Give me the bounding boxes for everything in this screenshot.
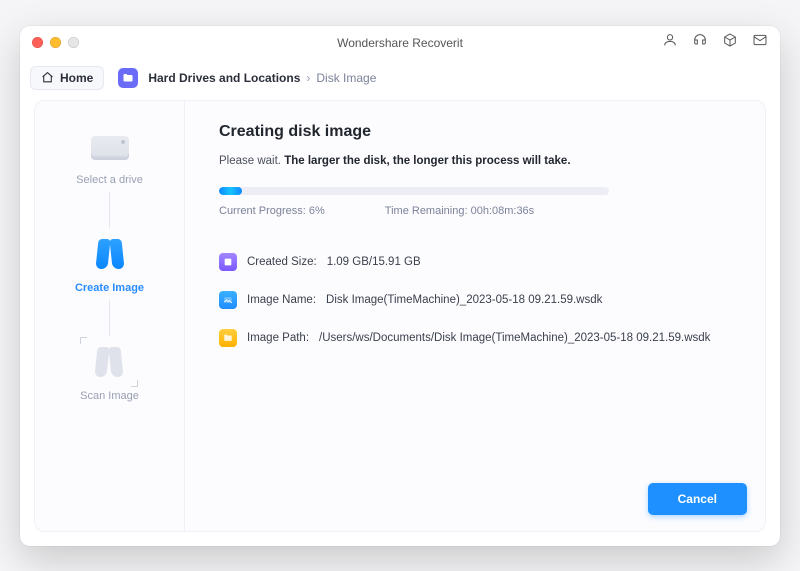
home-icon (41, 71, 54, 84)
step-connector (109, 192, 110, 228)
progress-bar (219, 187, 609, 195)
breadcrumb-separator: › (306, 71, 310, 85)
step-scan-image: Scan Image (80, 342, 139, 402)
folder-icon (219, 329, 237, 347)
breadcrumb-leaf: Disk Image (316, 71, 376, 85)
support-icon[interactable] (692, 32, 708, 53)
step-label-3: Scan Image (80, 390, 139, 402)
breadcrumb: Hard Drives and Locations › Disk Image (148, 71, 376, 85)
home-label: Home (60, 71, 93, 85)
time-remaining-text: Time Remaining: 00h:08m:36s (385, 205, 534, 217)
drive-icon (88, 126, 132, 166)
step-select-drive: Select a drive (76, 126, 143, 186)
step-label-1: Select a drive (76, 174, 143, 186)
info-image-name: Image Name: Disk Image(TimeMachine)_2023… (219, 291, 731, 309)
butterfly-icon (88, 234, 132, 274)
app-window: Wondershare Recoverit Home Hard Drives a… (20, 26, 780, 546)
wait-bold: The larger the disk, the longer this pro… (284, 155, 570, 167)
info-image-path: Image Path: /Users/ws/Documents/Disk Ima… (219, 329, 731, 347)
cancel-button[interactable]: Cancel (648, 483, 747, 515)
stepper: Select a drive Create Image Scan Image (35, 101, 185, 531)
body-panel: Select a drive Create Image Scan Image C… (34, 100, 766, 532)
cube-icon[interactable] (722, 32, 738, 53)
step-label-2: Create Image (75, 282, 144, 294)
home-button[interactable]: Home (30, 66, 104, 90)
info-list: Created Size: 1.09 GB/15.91 GB Image Nam… (219, 253, 731, 347)
step-connector (109, 300, 110, 336)
progress-text: Current Progress: 6% (219, 205, 325, 217)
content-area: Creating disk image Please wait. The lar… (185, 101, 765, 531)
progress-fill (219, 187, 242, 195)
scan-icon (87, 342, 131, 382)
page-title: Creating disk image (219, 123, 731, 141)
titlebar: Wondershare Recoverit (20, 26, 780, 60)
mail-icon[interactable] (752, 32, 768, 53)
info-created-size: Created Size: 1.09 GB/15.91 GB (219, 253, 731, 271)
storage-icon (219, 253, 237, 271)
account-icon[interactable] (662, 32, 678, 53)
progress-section: Current Progress: 6% Time Remaining: 00h… (219, 187, 731, 217)
step-create-image: Create Image (75, 234, 144, 294)
wait-prefix: Please wait. (219, 155, 281, 167)
image-icon (219, 291, 237, 309)
breadcrumb-root[interactable]: Hard Drives and Locations (148, 71, 300, 85)
toolbar: Home Hard Drives and Locations › Disk Im… (20, 60, 780, 96)
breadcrumb-folder-icon (118, 68, 138, 88)
wait-message: Please wait. The larger the disk, the lo… (219, 155, 731, 167)
